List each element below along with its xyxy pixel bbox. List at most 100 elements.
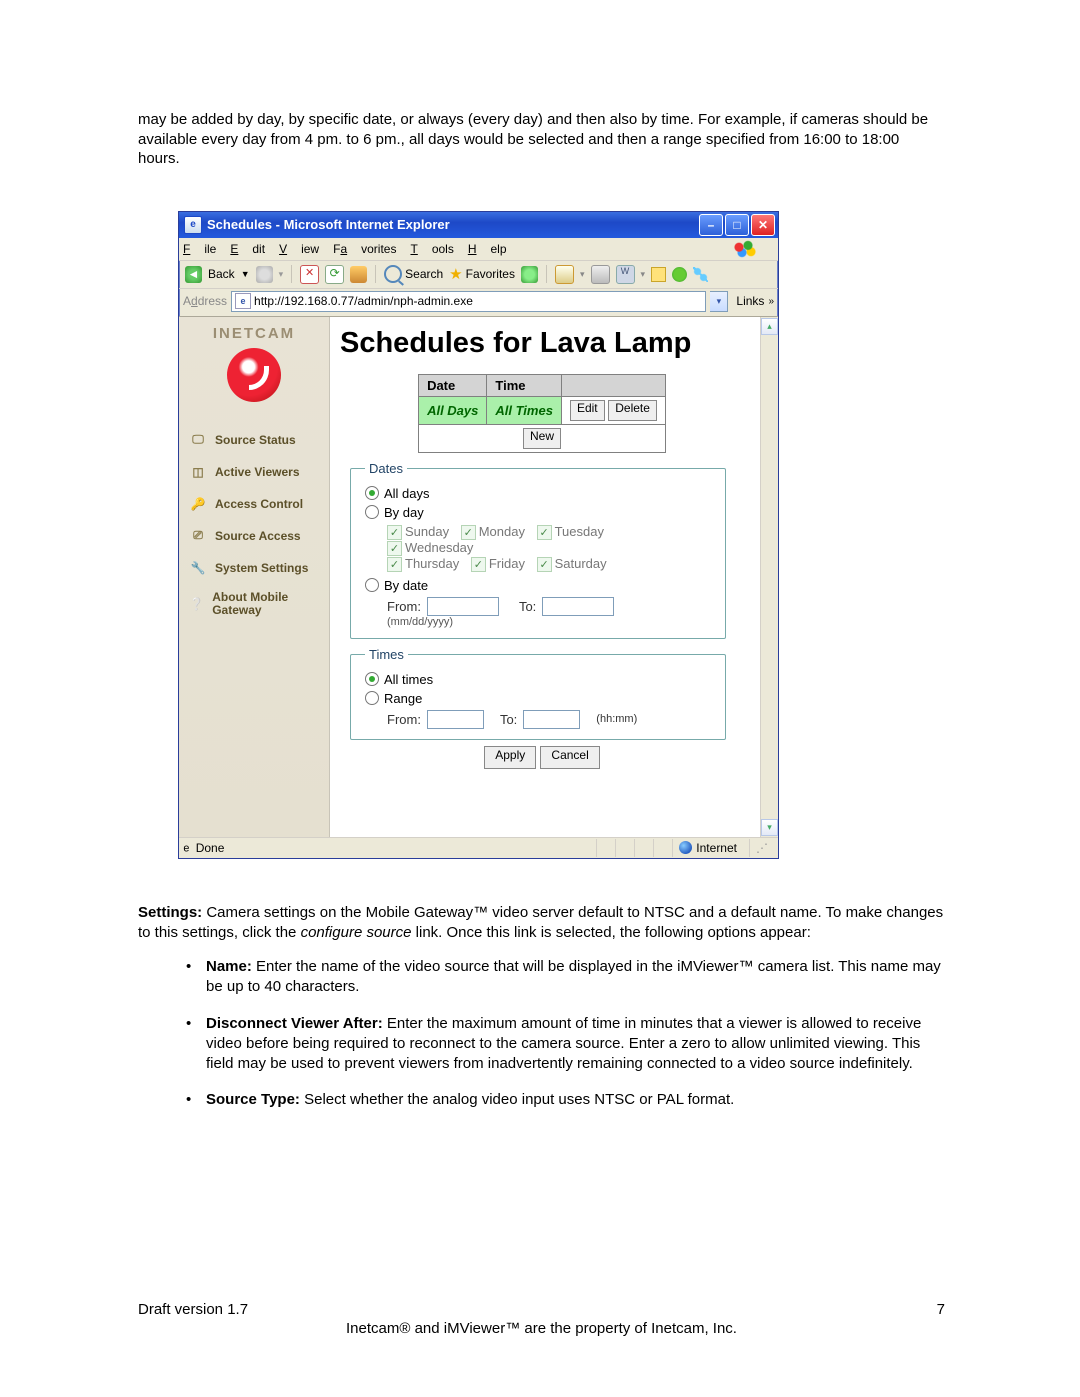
menu-file[interactable]: File — [183, 242, 216, 256]
sidebar-item-about[interactable]: ❔ About Mobile Gateway — [179, 584, 329, 626]
checkbox-tuesday[interactable]: ✓ — [537, 525, 552, 540]
close-button[interactable]: ✕ — [751, 214, 775, 236]
page-title: Schedules for Lava Lamp — [340, 327, 744, 360]
sidebar-item-active-viewers[interactable]: ◫ Active Viewers — [179, 456, 329, 488]
resize-grip-icon[interactable]: ⋰ — [749, 839, 774, 857]
status-cell — [634, 839, 647, 857]
windows-flag-icon — [730, 240, 760, 258]
radio-label: All times — [384, 672, 433, 687]
mail-dropdown-icon[interactable]: ▾ — [580, 269, 585, 280]
scroll-down-icon[interactable]: ▾ — [761, 819, 778, 836]
menu-edit[interactable]: Edit — [230, 242, 265, 256]
sidebar: INETCAM 🖵 Source Status ◫ Active Viewers… — [179, 317, 330, 837]
dates-fieldset: Dates All days By day ✓Sunday ✓Monday ✓T… — [350, 461, 726, 639]
ie-icon: e — [184, 216, 202, 234]
checkbox-sunday[interactable]: ✓ — [387, 525, 402, 540]
home-button[interactable] — [350, 266, 367, 283]
from-label: From: — [387, 599, 421, 614]
minimize-button[interactable]: – — [699, 214, 723, 236]
new-button[interactable]: New — [523, 428, 561, 449]
checkbox-wednesday[interactable]: ✓ — [387, 541, 402, 556]
cell-time: All Times — [487, 396, 562, 424]
back-dropdown-icon[interactable]: ▼ — [241, 269, 250, 279]
menu-favorites[interactable]: Favorites — [333, 242, 396, 256]
list-item: Disconnect Viewer After: Enter the maxim… — [180, 1014, 945, 1075]
refresh-button[interactable]: ⟳ — [325, 265, 344, 284]
forward-dropdown-icon[interactable]: ▾ — [279, 269, 284, 280]
vertical-scrollbar[interactable]: ▴ ▾ — [760, 317, 778, 837]
toolbar-divider — [375, 265, 376, 283]
scroll-up-icon[interactable]: ▴ — [761, 318, 778, 335]
edit-button[interactable]: W — [616, 265, 635, 284]
icq-button[interactable] — [672, 267, 687, 282]
forward-button[interactable] — [256, 266, 273, 283]
sidebar-item-system-settings[interactable]: 🔧 System Settings — [179, 552, 329, 584]
radio-all-times[interactable]: All times — [365, 672, 715, 687]
sidebar-item-source-status[interactable]: 🖵 Source Status — [179, 424, 329, 456]
radio-range[interactable]: Range — [365, 691, 715, 706]
radio-by-date[interactable]: By date — [365, 578, 715, 593]
sidebar-item-source-access[interactable]: ⎚ Source Access — [179, 520, 329, 552]
checkbox-friday[interactable]: ✓ — [471, 557, 486, 572]
radio-all-days[interactable]: All days — [365, 486, 715, 501]
page-favicon-icon: e — [183, 841, 189, 854]
day-label: Wednesday — [405, 540, 473, 555]
search-button[interactable]: Search — [384, 265, 443, 283]
day-label: Sunday — [405, 524, 449, 539]
times-fieldset: Times All times Range From: To: ( — [350, 647, 726, 740]
edit-button[interactable]: Edit — [570, 400, 605, 421]
sidebar-item-label: Source Access — [215, 529, 301, 543]
from-time-input[interactable] — [427, 710, 484, 729]
list-item: Source Type: Select whether the analog v… — [180, 1090, 945, 1110]
media-button[interactable] — [521, 266, 538, 283]
checkbox-monday[interactable]: ✓ — [461, 525, 476, 540]
viewers-icon: ◫ — [189, 463, 207, 481]
back-button[interactable]: ◄ — [185, 266, 202, 283]
radio-label: By day — [384, 505, 424, 520]
sidebar-item-access-control[interactable]: 🔑 Access Control — [179, 488, 329, 520]
checkbox-saturday[interactable]: ✓ — [537, 557, 552, 572]
radio-label: All days — [384, 486, 430, 501]
menu-tools[interactable]: Tools — [410, 242, 453, 256]
cancel-button[interactable]: Cancel — [540, 746, 599, 769]
day-label: Monday — [479, 524, 525, 539]
brand-logo-icon — [227, 348, 281, 402]
list-item: Name: Enter the name of the video source… — [180, 957, 945, 998]
address-dropdown[interactable]: ▾ — [710, 291, 728, 312]
to-label: To: — [519, 599, 536, 614]
print-button[interactable] — [591, 265, 610, 284]
day-label: Thursday — [405, 556, 459, 571]
browser-content: INETCAM 🖵 Source Status ◫ Active Viewers… — [179, 317, 778, 837]
copyright: Inetcam® and iMViewer™ are the property … — [138, 1320, 945, 1337]
apply-button[interactable]: Apply — [484, 746, 536, 769]
status-done: Done — [196, 841, 225, 855]
ie-window: e Schedules - Microsoft Internet Explore… — [178, 211, 779, 859]
settings-paragraph: Settings: Camera settings on the Mobile … — [138, 903, 945, 944]
to-time-input[interactable] — [523, 710, 580, 729]
dates-legend: Dates — [365, 461, 407, 476]
checkbox-thursday[interactable]: ✓ — [387, 557, 402, 572]
search-icon — [384, 265, 402, 283]
address-input[interactable]: e http://192.168.0.77/admin/nph-admin.ex… — [231, 291, 706, 312]
source-access-icon: ⎚ — [189, 527, 207, 545]
to-date-input[interactable] — [542, 597, 614, 616]
th-actions — [561, 374, 665, 396]
edit-dropdown-icon[interactable]: ▾ — [641, 269, 646, 280]
radio-by-day[interactable]: By day — [365, 505, 715, 520]
from-date-input[interactable] — [427, 597, 499, 616]
menu-help[interactable]: Help — [468, 242, 507, 256]
radio-label: Range — [384, 691, 422, 706]
favorites-button[interactable]: ★ Favorites — [449, 267, 515, 282]
toolbar: ◄ Back ▼ ▾ ✕ ⟳ Search ★ Favorites ▾ W — [179, 261, 778, 289]
mail-button[interactable] — [555, 265, 574, 284]
monitor-icon: 🖵 — [189, 431, 207, 449]
links-label[interactable]: Links — [736, 294, 764, 308]
stop-button[interactable]: ✕ — [300, 265, 319, 284]
notes-button[interactable] — [651, 267, 666, 282]
messenger-button[interactable] — [693, 267, 708, 282]
links-expand-icon[interactable]: » — [768, 296, 774, 307]
back-label[interactable]: Back — [208, 267, 235, 281]
delete-button[interactable]: Delete — [608, 400, 657, 421]
menu-view[interactable]: View — [279, 242, 319, 256]
maximize-button[interactable]: □ — [725, 214, 749, 236]
